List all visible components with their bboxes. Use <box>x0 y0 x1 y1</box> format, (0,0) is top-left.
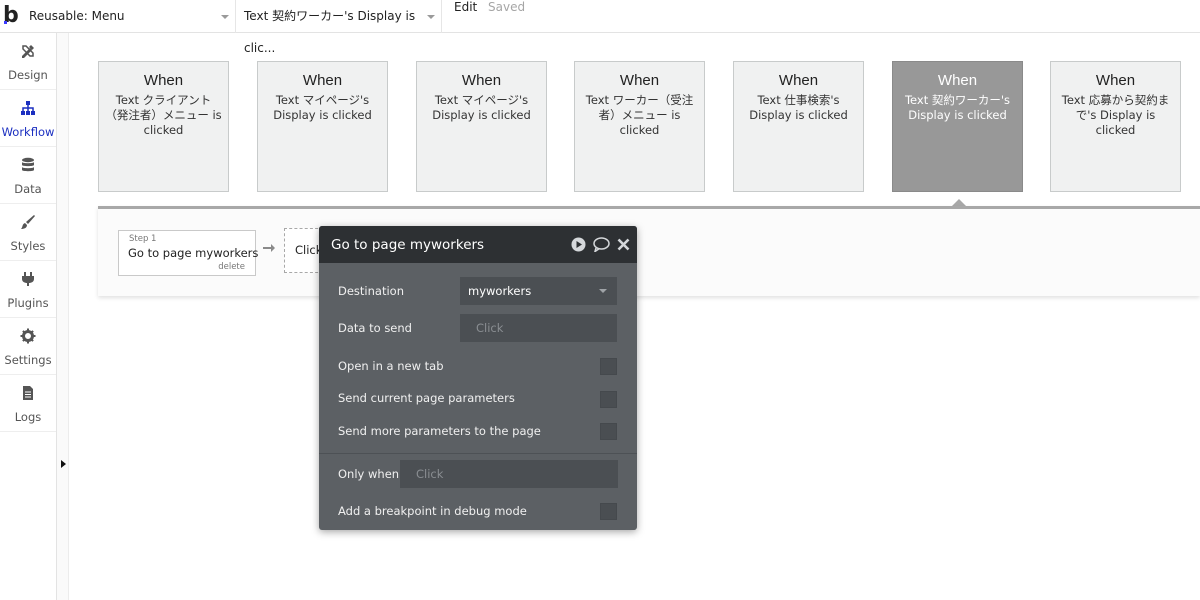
breakpoint-checkbox[interactable] <box>600 503 617 520</box>
panel-collapse-strip[interactable] <box>57 33 69 600</box>
action-property-editor: Go to page myworkers Destination myworke… <box>319 226 637 530</box>
send-more-params-checkbox[interactable] <box>600 423 617 440</box>
open-new-tab-label: Open in a new tab <box>338 359 444 373</box>
event-selector-value: Text 契約ワーカー's Display is clic... <box>244 9 416 55</box>
only-when-label: Only when <box>338 467 400 481</box>
event-card[interactable]: When Text マイページ's Display is clicked <box>257 61 388 192</box>
sidebar-item-label: Styles <box>10 239 46 253</box>
destination-value: myworkers <box>468 284 532 298</box>
event-card-selected[interactable]: When Text 契約ワーカー's Display is clicked <box>892 61 1023 192</box>
destination-dropdown[interactable]: myworkers <box>460 277 617 305</box>
sidebar-item-label: Workflow <box>1 125 55 139</box>
styles-icon <box>21 215 35 229</box>
event-description: Text 応募から契約まで's Display is clicked <box>1061 93 1170 137</box>
event-description: Text クライアント（発注者）メニュー is clicked <box>105 93 222 137</box>
workflow-icon <box>21 101 35 115</box>
logo-letter: b <box>3 3 19 28</box>
data-to-send-field[interactable]: Click <box>460 314 617 342</box>
logs-icon <box>23 386 33 400</box>
chevron-down-icon <box>427 15 435 19</box>
event-when-label: When <box>143 72 184 89</box>
arrow-right-icon <box>263 244 275 252</box>
comment-icon[interactable] <box>593 237 610 252</box>
event-card[interactable]: When Text 仕事検索's Display is clicked <box>733 61 864 192</box>
event-when-label: When <box>1095 72 1136 89</box>
bubble-logo[interactable]: b <box>3 4 23 28</box>
destination-label: Destination <box>338 284 404 298</box>
editor-divider <box>319 453 637 454</box>
editor-title: Go to page myworkers <box>331 237 485 253</box>
only-when-field[interactable]: Click <box>400 460 618 488</box>
chevron-down-icon <box>599 289 607 293</box>
event-when-label: When <box>778 72 819 89</box>
sidebar-item-data[interactable]: Data <box>0 147 56 204</box>
event-description: Text マイページ's Display is clicked <box>432 93 531 122</box>
step-number: Step 1 <box>129 234 157 244</box>
action-step-1[interactable]: Step 1 Go to page myworkers delete <box>118 230 259 276</box>
saved-status: Saved <box>488 0 526 14</box>
event-card[interactable]: When Text マイページ's Display is clicked <box>416 61 547 192</box>
sidebar-item-logs[interactable]: Logs <box>0 375 56 432</box>
sidebar-item-plugins[interactable]: Plugins <box>0 261 56 318</box>
sidebar-item-label: Design <box>8 68 48 82</box>
event-card[interactable]: When Text 応募から契約まで's Display is clicked <box>1050 61 1181 192</box>
top-bar: b Reusable: Menu Text 契約ワーカー's Display i… <box>0 0 1200 55</box>
data-to-send-label: Data to send <box>338 321 412 335</box>
event-selector[interactable]: Text 契約ワーカー's Display is clic... <box>236 0 442 55</box>
send-more-params-label: Send more parameters to the page <box>338 424 541 438</box>
open-new-tab-checkbox[interactable] <box>600 358 617 375</box>
close-icon[interactable] <box>617 238 630 251</box>
plugins-icon <box>22 272 34 286</box>
sidebar-item-settings[interactable]: Settings <box>0 318 56 375</box>
sidebar-item-label: Data <box>14 182 42 196</box>
edit-menu[interactable]: Edit <box>454 0 477 14</box>
delete-step-link[interactable]: delete <box>218 262 245 272</box>
sidebar-item-label: Logs <box>14 410 42 424</box>
sidebar-item-workflow[interactable]: Workflow <box>0 90 56 147</box>
event-card[interactable]: When Text クライアント（発注者）メニュー is clicked <box>98 61 229 192</box>
left-sidebar: Design Workflow Data Styles Plugins Sett… <box>0 33 57 600</box>
play-icon[interactable] <box>571 237 586 252</box>
sidebar-item-label: Plugins <box>7 296 49 310</box>
page-selector-value: Reusable: Menu <box>29 9 125 23</box>
editor-header[interactable]: Go to page myworkers <box>319 226 637 263</box>
expand-arrow-icon[interactable] <box>61 460 66 468</box>
event-description: Text 仕事検索's Display is clicked <box>749 93 848 122</box>
event-card[interactable]: When Text ワーカー（受注者）メニュー is clicked <box>574 61 705 192</box>
send-params-checkbox[interactable] <box>600 391 617 408</box>
send-params-label: Send current page parameters <box>338 391 515 405</box>
event-when-label: When <box>937 72 978 89</box>
event-when-label: When <box>302 72 343 89</box>
design-icon <box>22 45 34 58</box>
breakpoint-label: Add a breakpoint in debug mode <box>338 504 527 518</box>
sidebar-item-styles[interactable]: Styles <box>0 204 56 261</box>
sidebar-item-label: Settings <box>4 353 52 367</box>
event-when-label: When <box>619 72 660 89</box>
gear-icon <box>20 328 36 344</box>
chevron-down-icon <box>221 15 229 19</box>
event-description: Text ワーカー（受注者）メニュー is clicked <box>585 93 694 137</box>
event-when-label: When <box>461 72 502 89</box>
event-description: Text マイページ's Display is clicked <box>273 93 372 122</box>
sidebar-item-design[interactable]: Design <box>0 33 56 90</box>
page-selector[interactable]: Reusable: Menu <box>22 0 236 33</box>
step-name: Go to page myworkers <box>128 246 259 260</box>
event-description: Text 契約ワーカー's Display is clicked <box>904 93 1011 122</box>
data-icon <box>22 157 34 172</box>
